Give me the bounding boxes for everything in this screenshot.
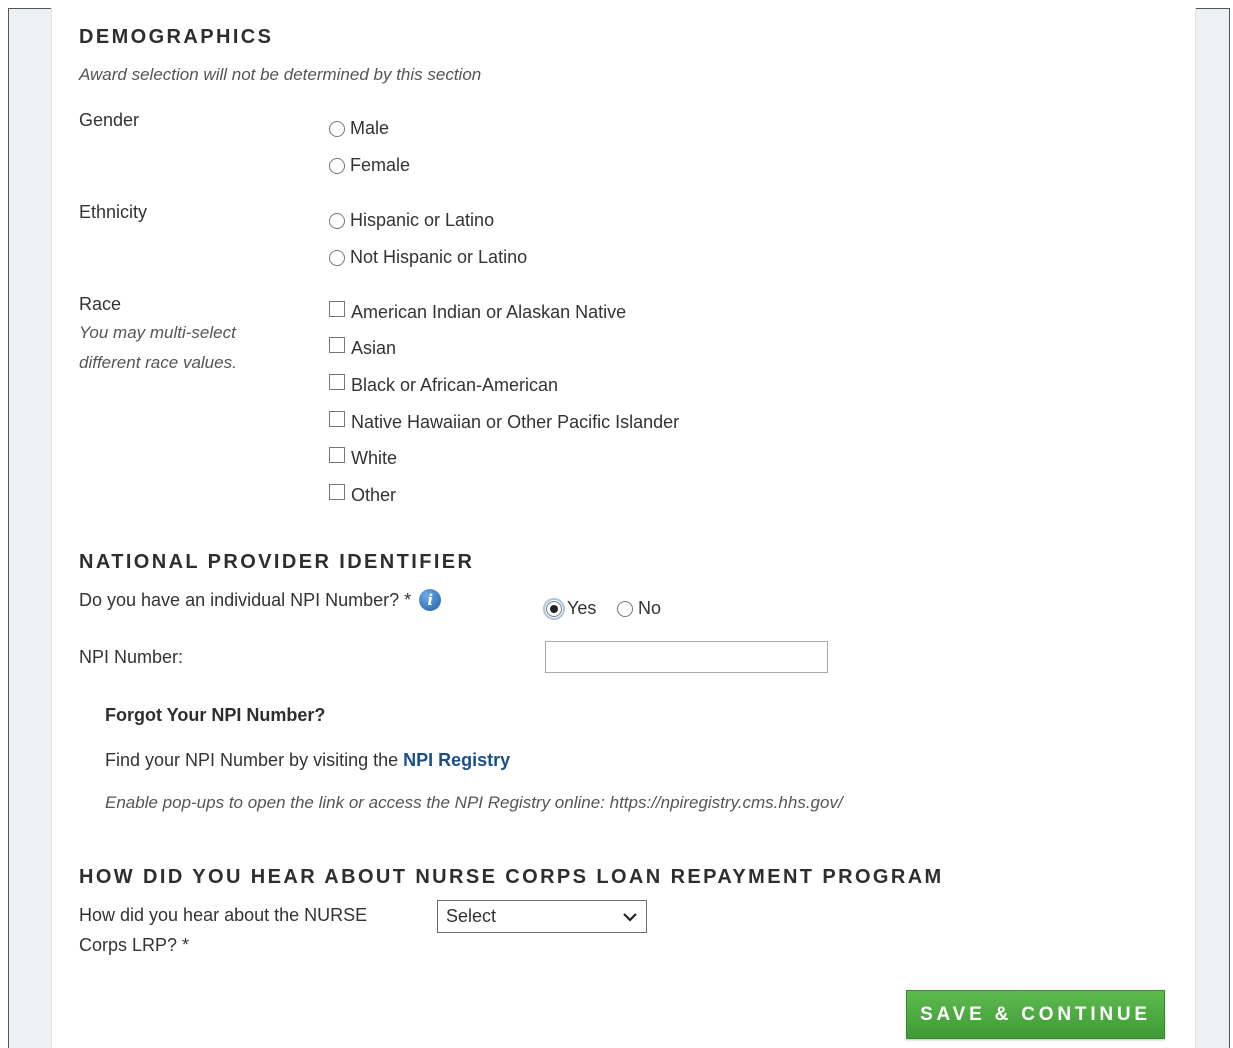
ethnicity-hispanic-radio[interactable] — [329, 212, 345, 229]
race-american-indian-label: American Indian or Alaskan Native — [351, 302, 627, 322]
race-native-hawaiian-checkbox[interactable] — [329, 410, 345, 427]
gender-female-radio[interactable] — [329, 157, 345, 174]
race-native-hawaiian-option[interactable]: Native Hawaiian or Other Pacific Islande… — [329, 410, 680, 433]
find-npi-text: Find your NPI Number by visiting the — [105, 750, 399, 770]
ethnicity-hispanic-label: Hispanic or Latino — [350, 210, 495, 230]
hear-label-line2: Corps LRP? * — [79, 935, 190, 955]
chevron-down-icon — [623, 912, 637, 922]
ethnicity-label: Ethnicity — [79, 202, 148, 222]
race-asian-checkbox[interactable] — [329, 336, 345, 353]
race-hint-line1: You may multi-select — [79, 323, 236, 342]
gender-male-option[interactable]: Male — [329, 118, 389, 139]
ethnicity-not-hispanic-radio[interactable] — [329, 249, 345, 266]
npi-heading: NATIONAL PROVIDER IDENTIFIER — [79, 551, 475, 573]
popup-note: Enable pop-ups to open the link or acces… — [105, 793, 843, 812]
npi-no-radio[interactable] — [617, 600, 633, 617]
npi-number-label: NPI Number: — [79, 647, 184, 667]
race-other-label: Other — [351, 485, 397, 505]
race-black-label: Black or African-American — [351, 375, 559, 395]
race-hint-line2: different race values. — [79, 353, 237, 372]
race-american-indian-checkbox[interactable] — [329, 300, 345, 317]
race-other-checkbox[interactable] — [329, 483, 345, 500]
demographics-heading: DEMOGRAPHICS — [79, 26, 274, 48]
race-asian-option[interactable]: Asian — [329, 336, 397, 359]
hear-heading: HOW DID YOU HEAR ABOUT NURSE CORPS LOAN … — [79, 866, 944, 888]
gender-male-label: Male — [350, 118, 390, 138]
find-npi-row: Find your NPI Number by visiting the NPI… — [105, 750, 510, 771]
race-label: Race — [79, 294, 122, 314]
race-white-option[interactable]: White — [329, 446, 398, 469]
race-native-hawaiian-label: Native Hawaiian or Other Pacific Islande… — [351, 412, 680, 432]
npi-yes-label: Yes — [567, 598, 597, 618]
ethnicity-not-hispanic-label: Not Hispanic or Latino — [350, 247, 528, 267]
npi-registry-link[interactable]: NPI Registry — [403, 750, 510, 770]
hear-label-line1: How did you hear about the NURSE — [79, 905, 368, 925]
save-continue-button[interactable]: SAVE & CONTINUE — [906, 990, 1165, 1039]
race-other-option[interactable]: Other — [329, 483, 397, 506]
race-american-indian-option[interactable]: American Indian or Alaskan Native — [329, 300, 627, 323]
race-black-option[interactable]: Black or African-American — [329, 373, 559, 396]
form-panel — [51, 8, 1196, 1048]
demographics-note: Award selection will not be determined b… — [79, 65, 482, 84]
race-white-checkbox[interactable] — [329, 446, 345, 463]
hear-select-value: Select — [446, 906, 497, 926]
npi-question-row: Do you have an individual NPI Number? * … — [79, 589, 442, 611]
gender-label: Gender — [79, 110, 140, 130]
gender-female-label: Female — [350, 155, 411, 175]
race-asian-label: Asian — [351, 338, 397, 358]
npi-no-label: No — [638, 598, 662, 618]
npi-no-option[interactable]: No — [617, 598, 661, 619]
npi-question-label: Do you have an individual NPI Number? * — [79, 589, 412, 610]
forgot-npi-heading: Forgot Your NPI Number? — [105, 705, 326, 725]
npi-yes-option[interactable]: Yes — [543, 597, 597, 620]
info-icon[interactable]: i — [419, 589, 442, 611]
race-black-checkbox[interactable] — [329, 373, 345, 390]
ethnicity-not-hispanic-option[interactable]: Not Hispanic or Latino — [329, 247, 527, 268]
npi-yes-radio[interactable] — [543, 597, 565, 620]
race-white-label: White — [351, 448, 398, 468]
gender-male-radio[interactable] — [329, 120, 345, 137]
ethnicity-hispanic-option[interactable]: Hispanic or Latino — [329, 210, 494, 231]
gender-female-option[interactable]: Female — [329, 155, 410, 176]
npi-number-input[interactable] — [545, 641, 828, 673]
hear-source-select[interactable]: Select — [437, 900, 647, 933]
